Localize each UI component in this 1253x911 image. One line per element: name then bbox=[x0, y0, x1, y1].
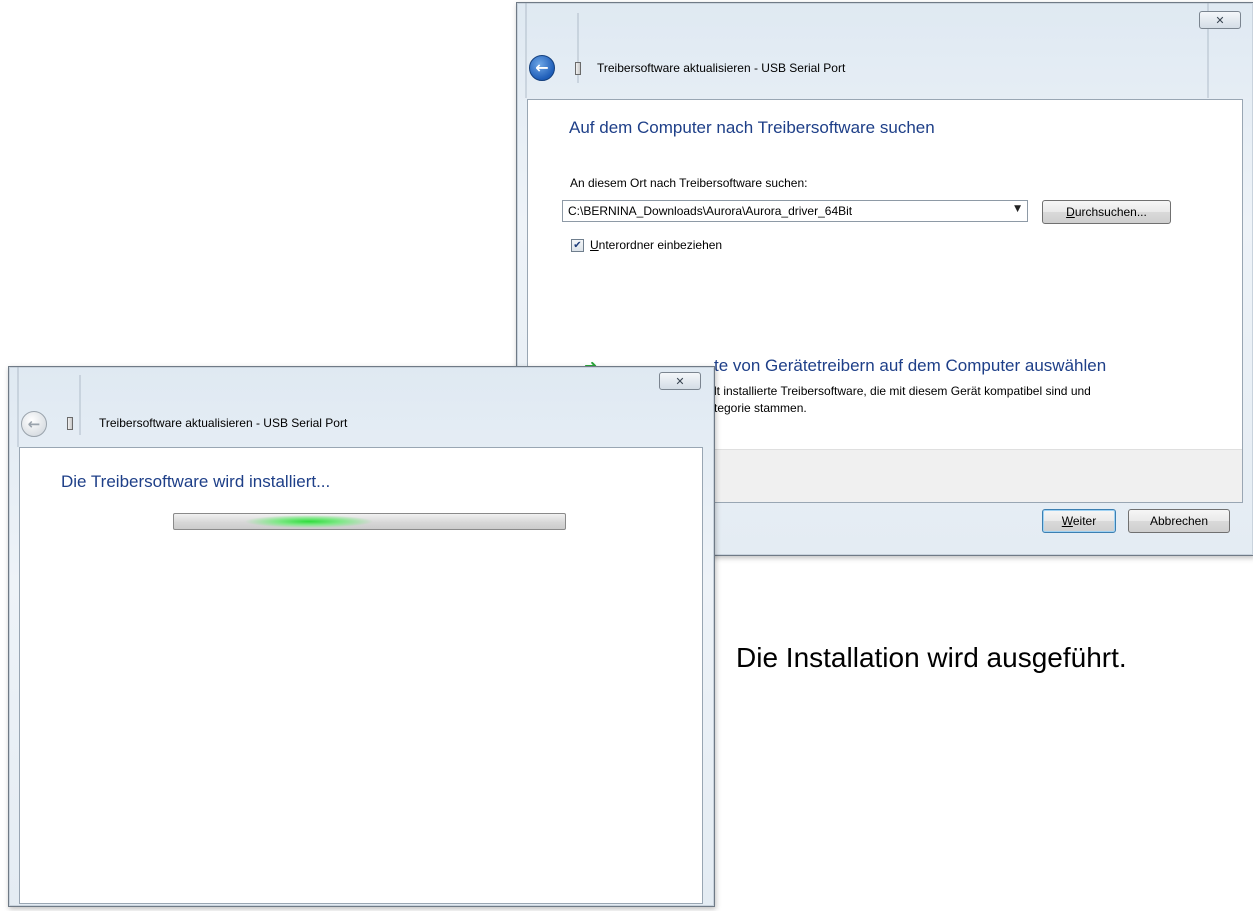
cancel-button[interactable]: Abbrechen bbox=[1128, 509, 1230, 533]
search-location-label: An diesem Ort nach Treibersoftware suche… bbox=[570, 176, 808, 190]
install-progress-bar bbox=[173, 513, 566, 530]
close-icon: ✕ bbox=[1215, 14, 1225, 27]
subfolder-label-rest: nterordner einbeziehen bbox=[598, 238, 723, 252]
include-subfolders-checkbox[interactable]: ✔ bbox=[571, 239, 584, 252]
back-arrow-icon: ← bbox=[27, 415, 41, 433]
window-title: Treibersoftware aktualisieren - USB Seri… bbox=[597, 61, 846, 75]
browse-access-key: D bbox=[1066, 205, 1075, 219]
browse-button[interactable]: Durchsuchen... bbox=[1042, 200, 1171, 224]
close-icon: ✕ bbox=[675, 375, 685, 388]
include-subfolders-label[interactable]: Unterordner einbeziehen bbox=[590, 238, 722, 252]
close-button[interactable]: ✕ bbox=[1199, 11, 1241, 29]
search-path-combobox[interactable]: C:\BERNINA_Downloads\Aurora\Aurora_drive… bbox=[562, 200, 1028, 222]
usb-device-icon bbox=[575, 62, 581, 75]
subfolder-access-key: U bbox=[590, 238, 599, 252]
checkmark-icon: ✔ bbox=[573, 240, 582, 251]
next-button[interactable]: Weiter bbox=[1042, 509, 1116, 533]
window-title: Treibersoftware aktualisieren - USB Seri… bbox=[99, 416, 348, 430]
browse-button-label: urchsuchen... bbox=[1074, 205, 1147, 219]
back-button: ← bbox=[21, 411, 47, 437]
chevron-down-icon[interactable]: ▼ bbox=[1014, 204, 1021, 214]
blurred-tree-line bbox=[17, 367, 19, 447]
search-path-value: C:\BERNINA_Downloads\Aurora\Aurora_drive… bbox=[568, 204, 853, 218]
driver-install-window: ✕ ← Treibersoftware aktualisieren - USB … bbox=[8, 366, 715, 907]
next-button-label: eiter bbox=[1072, 514, 1097, 528]
usb-device-icon bbox=[67, 417, 73, 430]
blurred-background-frame bbox=[517, 3, 1253, 98]
blurred-tree-line bbox=[79, 375, 81, 435]
back-arrow-icon: ← bbox=[535, 58, 549, 77]
back-button[interactable]: ← bbox=[529, 55, 555, 81]
installation-caption: Die Installation wird ausgeführt. bbox=[736, 642, 1127, 673]
page-heading: Auf dem Computer nach Treibersoftware su… bbox=[569, 118, 935, 137]
choose-from-list-description-line2: tegorie stammen. bbox=[714, 401, 807, 415]
blurred-tree-line bbox=[525, 3, 527, 98]
close-button[interactable]: ✕ bbox=[659, 372, 701, 390]
progress-marquee-glow bbox=[244, 515, 374, 528]
install-status-heading: Die Treibersoftware wird installiert... bbox=[61, 472, 331, 491]
next-access-key: W bbox=[1061, 514, 1073, 528]
choose-from-list-option[interactable]: te von Gerätetreibern auf dem Computer a… bbox=[714, 356, 1106, 376]
choose-from-list-description-line1: lt installierte Treibersoftware, die mit… bbox=[714, 384, 1091, 398]
